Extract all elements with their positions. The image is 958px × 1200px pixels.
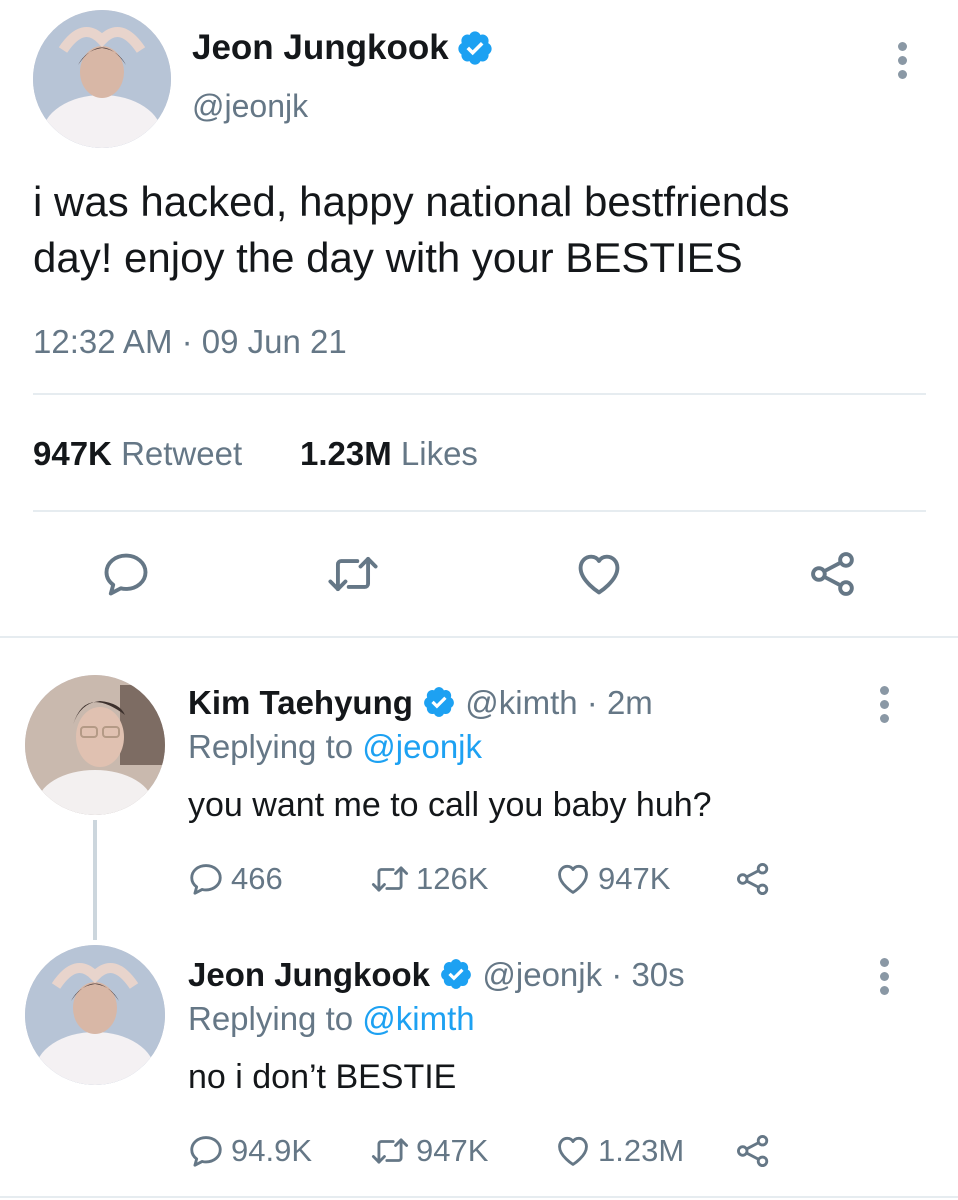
divider	[33, 393, 926, 395]
bottom-divider	[0, 1196, 958, 1198]
tweet-text-line-2: day! enjoy the day with your BESTIES	[33, 234, 743, 281]
retweet-label: Retweet	[121, 435, 243, 472]
retweet-count: 947K	[33, 435, 112, 472]
replying-to-link[interactable]: @kimth	[362, 1000, 474, 1037]
reply-1-replying-to: Replying to @jeonjk	[188, 727, 482, 767]
reply-1-time: · 2m	[586, 684, 653, 721]
reply-author-avatar[interactable]	[25, 945, 165, 1085]
more-options-icon[interactable]	[898, 42, 908, 84]
share-icon[interactable]	[806, 548, 860, 600]
retweet-icon	[371, 1138, 409, 1164]
reply-2-retweet-action[interactable]: 947K	[368, 1132, 488, 1170]
verified-badge-icon	[458, 31, 492, 65]
reply-1-reply-action[interactable]: 466	[187, 860, 283, 898]
like-count: 1.23M	[598, 1133, 685, 1168]
reply-1-display-name[interactable]: Kim Taehyung	[188, 684, 413, 721]
person-photo	[25, 945, 165, 1085]
tweet-timestamp[interactable]: 12:32 AM · 09 Jun 21	[33, 322, 347, 362]
replying-to-label: Replying to	[188, 1000, 354, 1037]
reply-1-header: Kim Taehyung @kimth · 2m	[188, 683, 653, 723]
reply-author-avatar[interactable]	[25, 675, 165, 815]
likes-label: Likes	[400, 435, 478, 472]
more-options-icon[interactable]	[880, 958, 890, 1000]
more-options-icon[interactable]	[880, 686, 890, 728]
like-count: 947K	[598, 861, 671, 896]
like-count: 1.23M	[300, 435, 392, 472]
retweet-count: 126K	[416, 861, 489, 896]
section-divider	[0, 636, 958, 638]
heart-icon[interactable]	[572, 548, 626, 600]
share-icon[interactable]	[733, 860, 773, 898]
reply-1-text: you want me to call you baby huh?	[188, 786, 712, 824]
person-photo	[25, 675, 165, 815]
person-photo	[33, 10, 171, 148]
thread-connector	[93, 820, 97, 940]
heart-icon	[558, 864, 588, 894]
reply-icon[interactable]	[100, 548, 152, 600]
retweet-icon	[371, 866, 409, 892]
retweet-count: 947K	[416, 1133, 489, 1168]
reply-count: 466	[231, 861, 283, 896]
main-display-name[interactable]: Jeon Jungkook	[192, 28, 449, 68]
divider	[33, 510, 926, 512]
replying-to-label: Replying to	[188, 728, 354, 765]
retweet-icon[interactable]	[325, 548, 381, 600]
verified-badge-icon	[441, 959, 472, 990]
main-author-avatar[interactable]	[33, 10, 171, 148]
reply-2-header: Jeon Jungkook @jeonjk · 30s	[188, 955, 685, 995]
reply-1-retweet-action[interactable]: 126K	[368, 860, 488, 898]
reply-icon	[190, 864, 222, 895]
reply-1-like-action[interactable]: 947K	[552, 860, 670, 898]
reply-1-handle[interactable]: @kimth	[465, 684, 577, 721]
share-icon[interactable]	[733, 1132, 773, 1170]
reply-2-time: · 30s	[611, 956, 685, 993]
verified-badge-icon	[424, 687, 454, 718]
likes-stats[interactable]: 1.23M Likes	[300, 434, 478, 474]
reply-2-replying-to: Replying to @kimth	[188, 999, 475, 1039]
reply-2-text: no i don’t BESTIE	[188, 1058, 457, 1096]
reply-icon	[190, 1136, 222, 1167]
heart-icon	[558, 1136, 588, 1166]
reply-2-display-name[interactable]: Jeon Jungkook	[188, 956, 430, 993]
reply-count: 94.9K	[231, 1133, 313, 1168]
reply-2-handle[interactable]: @jeonjk	[482, 956, 602, 993]
retweet-stats[interactable]: 947K Retweet	[33, 434, 242, 474]
replying-to-link[interactable]: @jeonjk	[362, 728, 482, 765]
main-handle[interactable]: @jeonjk	[192, 86, 308, 126]
reply-2-like-action[interactable]: 1.23M	[552, 1132, 684, 1170]
tweet-text-line-1: i was hacked, happy national bestfriends	[33, 178, 790, 225]
reply-2-reply-action[interactable]: 94.9K	[187, 1132, 312, 1170]
